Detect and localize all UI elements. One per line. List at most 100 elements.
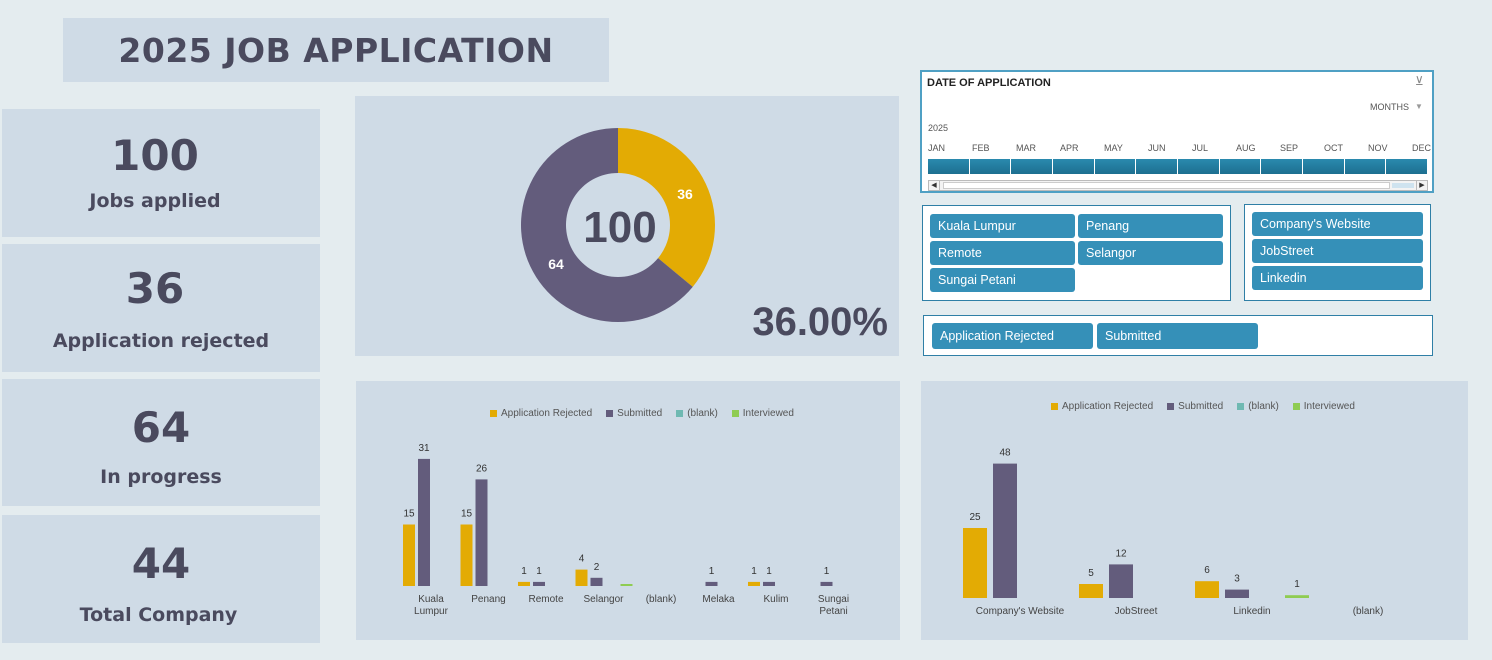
- donut-label-in-progress: 64: [548, 256, 564, 272]
- slicer-item-jobstreet[interactable]: JobStreet: [1252, 239, 1423, 263]
- dashboard-title: 2025 JOB APPLICATION: [118, 30, 554, 70]
- slicer-item-linkedin[interactable]: Linkedin: [1252, 266, 1423, 290]
- location-slicer: Kuala Lumpur Penang Remote Selangor Sung…: [922, 205, 1231, 301]
- category-label: (blank): [646, 594, 677, 605]
- timeline-month-label: APR: [1060, 143, 1079, 153]
- timeline-month-cell[interactable]: [1136, 159, 1177, 174]
- donut-panel: 100 36 64 36.00%: [355, 96, 899, 356]
- status-slicer: Application Rejected Submitted: [923, 315, 1433, 356]
- bar-data-label: 1: [709, 566, 715, 577]
- timeline-level-dropdown[interactable]: MONTHS ▼: [1370, 102, 1423, 112]
- category-label: Lumpur: [414, 606, 449, 617]
- timeline-scrollbar[interactable]: ◀ ▶: [928, 180, 1428, 191]
- timeline-month-cell[interactable]: [1261, 159, 1302, 174]
- scroll-left-icon[interactable]: ◀: [929, 181, 940, 190]
- platform-bar-chart: 25 48 Company's Website 5 12 JobStreet 6 3 1 Link…: [963, 448, 1384, 617]
- location-chart-panel: Application Rejected Submitted (blank) I…: [356, 381, 900, 640]
- category-label: Penang: [471, 594, 505, 605]
- bar-submitted: [705, 581, 718, 586]
- slicer-item-penang[interactable]: Penang: [1078, 214, 1223, 238]
- kpi-value: 64: [131, 403, 191, 452]
- category-label: Petani: [819, 606, 847, 617]
- bar-submitted: [1109, 564, 1133, 598]
- bar-data-label: 3: [1234, 574, 1240, 585]
- timeline-month-cell[interactable]: [1053, 159, 1094, 174]
- rejection-percent: 36.00%: [752, 300, 888, 344]
- timeline-month-cell[interactable]: [928, 159, 969, 174]
- bar-data-label: 1: [766, 566, 772, 577]
- category-label: Sungai: [818, 594, 849, 605]
- slicer-item-company-website[interactable]: Company's Website: [1252, 212, 1423, 236]
- bar-interviewed: [1285, 595, 1309, 598]
- bar-submitted: [418, 458, 430, 586]
- timeline-month-label: JUN: [1148, 143, 1166, 153]
- bar-data-label: 15: [403, 509, 415, 520]
- timeline-month-label: DEC: [1412, 143, 1432, 153]
- timeline-month-cell[interactable]: [969, 159, 1011, 174]
- timeline-month-label: NOV: [1368, 143, 1388, 153]
- timeline-bar[interactable]: [928, 159, 1428, 174]
- kpi-in-progress: 64 In progress: [2, 379, 320, 506]
- bar-rejected: [1195, 581, 1219, 598]
- kpi-label: Application rejected: [52, 330, 270, 352]
- scroll-right-icon[interactable]: ▶: [1416, 181, 1427, 190]
- kpi-total-company: 44 Total Company: [2, 515, 320, 643]
- platform-chart-panel: Application Rejected Submitted (blank) I…: [921, 381, 1468, 640]
- slicer-item-sungai-petani[interactable]: Sungai Petani: [930, 268, 1075, 292]
- slicer-item-remote[interactable]: Remote: [930, 241, 1075, 265]
- bar-data-label: 48: [999, 448, 1011, 459]
- bar-submitted: [590, 577, 603, 586]
- donut-center-value: 100: [583, 203, 656, 252]
- timeline-month-label: JAN: [928, 143, 946, 153]
- bar-rejected: [963, 528, 987, 598]
- bar-rejected: [403, 524, 415, 586]
- timeline-month-label: MAR: [1016, 143, 1036, 153]
- bar-submitted: [993, 463, 1017, 598]
- bar-data-label: 4: [579, 554, 585, 565]
- category-label: Remote: [528, 594, 563, 605]
- bar-rejected: [748, 581, 760, 586]
- kpi-value: 36: [125, 264, 185, 313]
- category-label: Company's Website: [976, 606, 1065, 617]
- category-label: Selangor: [583, 594, 624, 605]
- bar-interviewed: [620, 584, 633, 586]
- kpi-label: Jobs applied: [89, 190, 221, 212]
- bar-data-label: 1: [536, 566, 542, 577]
- slicer-item-submitted[interactable]: Submitted: [1097, 323, 1258, 349]
- timeline-title: DATE OF APPLICATION: [927, 77, 1051, 89]
- kpi-jobs-applied: 100 Jobs applied: [2, 109, 320, 237]
- bar-submitted: [533, 581, 545, 586]
- timeline-month-cell[interactable]: [1303, 159, 1344, 174]
- slicer-item-application-rejected[interactable]: Application Rejected: [932, 323, 1093, 349]
- bar-data-label: 1: [1294, 579, 1300, 590]
- timeline-month-cell[interactable]: [1094, 159, 1136, 174]
- timeline-month-cell[interactable]: [1386, 159, 1427, 174]
- timeline-slicer[interactable]: DATE OF APPLICATION ⊻ MONTHS ▼ 2025 JAN F…: [920, 70, 1434, 193]
- donut-label-rejected: 36: [677, 186, 693, 202]
- category-label: Linkedin: [1233, 606, 1270, 617]
- donut-chart: 100 36 64 36.00%: [520, 128, 888, 344]
- scroll-track-highlight: [1392, 183, 1414, 188]
- platform-slicer: Company's Website JobStreet Linkedin: [1244, 204, 1431, 301]
- slicer-item-selangor[interactable]: Selangor: [1078, 241, 1223, 265]
- category-label: (blank): [1353, 606, 1384, 617]
- timeline-year: 2025: [928, 123, 949, 133]
- timeline-month-label: FEB: [972, 143, 990, 153]
- timeline-level-label: MONTHS: [1370, 102, 1409, 112]
- kpi-value: 100: [111, 131, 199, 180]
- category-label: JobStreet: [1115, 606, 1158, 617]
- bar-submitted: [1225, 589, 1249, 598]
- scroll-thumb[interactable]: [943, 182, 1390, 189]
- timeline-month-cell[interactable]: [1344, 159, 1386, 174]
- timeline-month-cell[interactable]: [1011, 159, 1052, 174]
- clear-filter-icon[interactable]: ⊻: [1415, 74, 1424, 88]
- kpi-label: Total Company: [79, 604, 238, 626]
- timeline-month-cell[interactable]: [1219, 159, 1261, 174]
- timeline-month-cell[interactable]: [1178, 159, 1219, 174]
- bar-rejected: [460, 524, 473, 586]
- slicer-item-kuala-lumpur[interactable]: Kuala Lumpur: [930, 214, 1075, 238]
- bar-data-label: 26: [476, 463, 488, 474]
- category-label: Kulim: [763, 594, 788, 605]
- category-label: Kuala: [418, 594, 444, 605]
- chevron-down-icon: ▼: [1415, 102, 1423, 111]
